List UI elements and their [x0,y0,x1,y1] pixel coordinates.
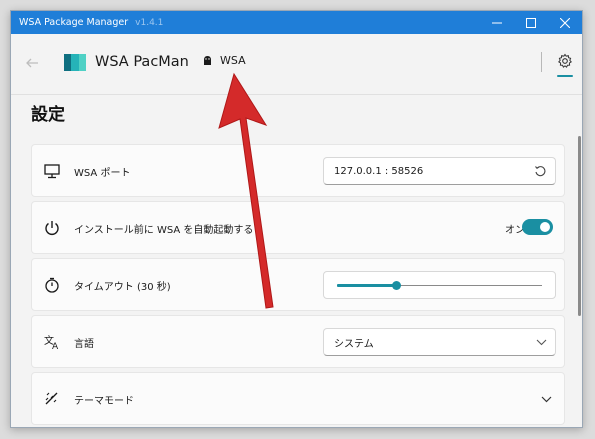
port-value: 127.0.0.1 : 58526 [334,165,424,177]
svg-text:A: A [52,342,59,351]
setting-label: WSA ポート [74,168,131,179]
app-logo-icon [64,54,86,71]
window-controls [480,11,582,34]
reset-icon[interactable] [534,165,547,178]
close-button[interactable] [548,11,582,34]
setting-card-theme-mode[interactable]: テーマモード [31,372,565,425]
monitor-icon [44,164,60,179]
close-icon [560,17,570,28]
setting-card-wsa-port: WSA ポート 127.0.0.1 : 58526 [31,144,565,197]
android-icon [204,56,211,65]
setting-label: タイムアウト (30 秒) [74,282,171,293]
setting-card-timeout: タイムアウト (30 秒) [31,258,565,311]
page-title: 設定 [31,105,65,125]
setting-label: インストール前に WSA を自動起動する [74,225,254,236]
chevron-down-icon [536,339,547,346]
port-input[interactable]: 127.0.0.1 : 58526 [323,157,556,185]
slider-thumb[interactable] [391,281,401,290]
minimize-icon [492,22,502,23]
translate-icon: 文 A [44,334,59,351]
app-name: WSA PacMan [95,54,189,70]
maximize-icon [526,17,536,28]
theme-icon [45,392,58,405]
setting-card-language: 文 A 言語 システム [31,315,565,368]
wsa-tab-label: WSA [220,54,246,67]
maximize-button[interactable] [514,11,548,34]
back-arrow-icon[interactable] [24,55,40,71]
power-icon [45,221,59,235]
setting-label: 言語 [74,339,94,350]
chevron-down-icon[interactable] [541,395,552,404]
app-window: WSA Package Manager v1.4.1 WSA PacMan WS… [10,10,583,428]
app-bar: WSA PacMan WSA [11,34,582,94]
auto-start-toggle[interactable] [522,219,553,235]
language-value: システム [334,338,374,350]
window-title: WSA Package Manager [19,17,129,28]
version-label: v1.4.1 [135,17,164,28]
setting-label: テーマモード [74,396,134,407]
title-bar: WSA Package Manager v1.4.1 [11,11,582,34]
minimize-button[interactable] [480,11,514,34]
stopwatch-icon [45,277,59,293]
timeout-slider[interactable] [323,271,556,299]
setting-card-auto-start: インストール前に WSA を自動起動する オン [31,201,565,254]
language-select[interactable]: システム [323,328,556,356]
settings-active-indicator [557,75,573,77]
settings-page: 設定 WSA ポート 127.0.0.1 : 58526 インストール前に WS… [11,95,582,427]
scrollbar[interactable] [578,136,581,316]
appbar-divider [541,52,542,72]
wsa-tab[interactable]: WSA [203,54,246,67]
gear-icon[interactable] [557,53,573,69]
slider-fill [337,284,397,287]
